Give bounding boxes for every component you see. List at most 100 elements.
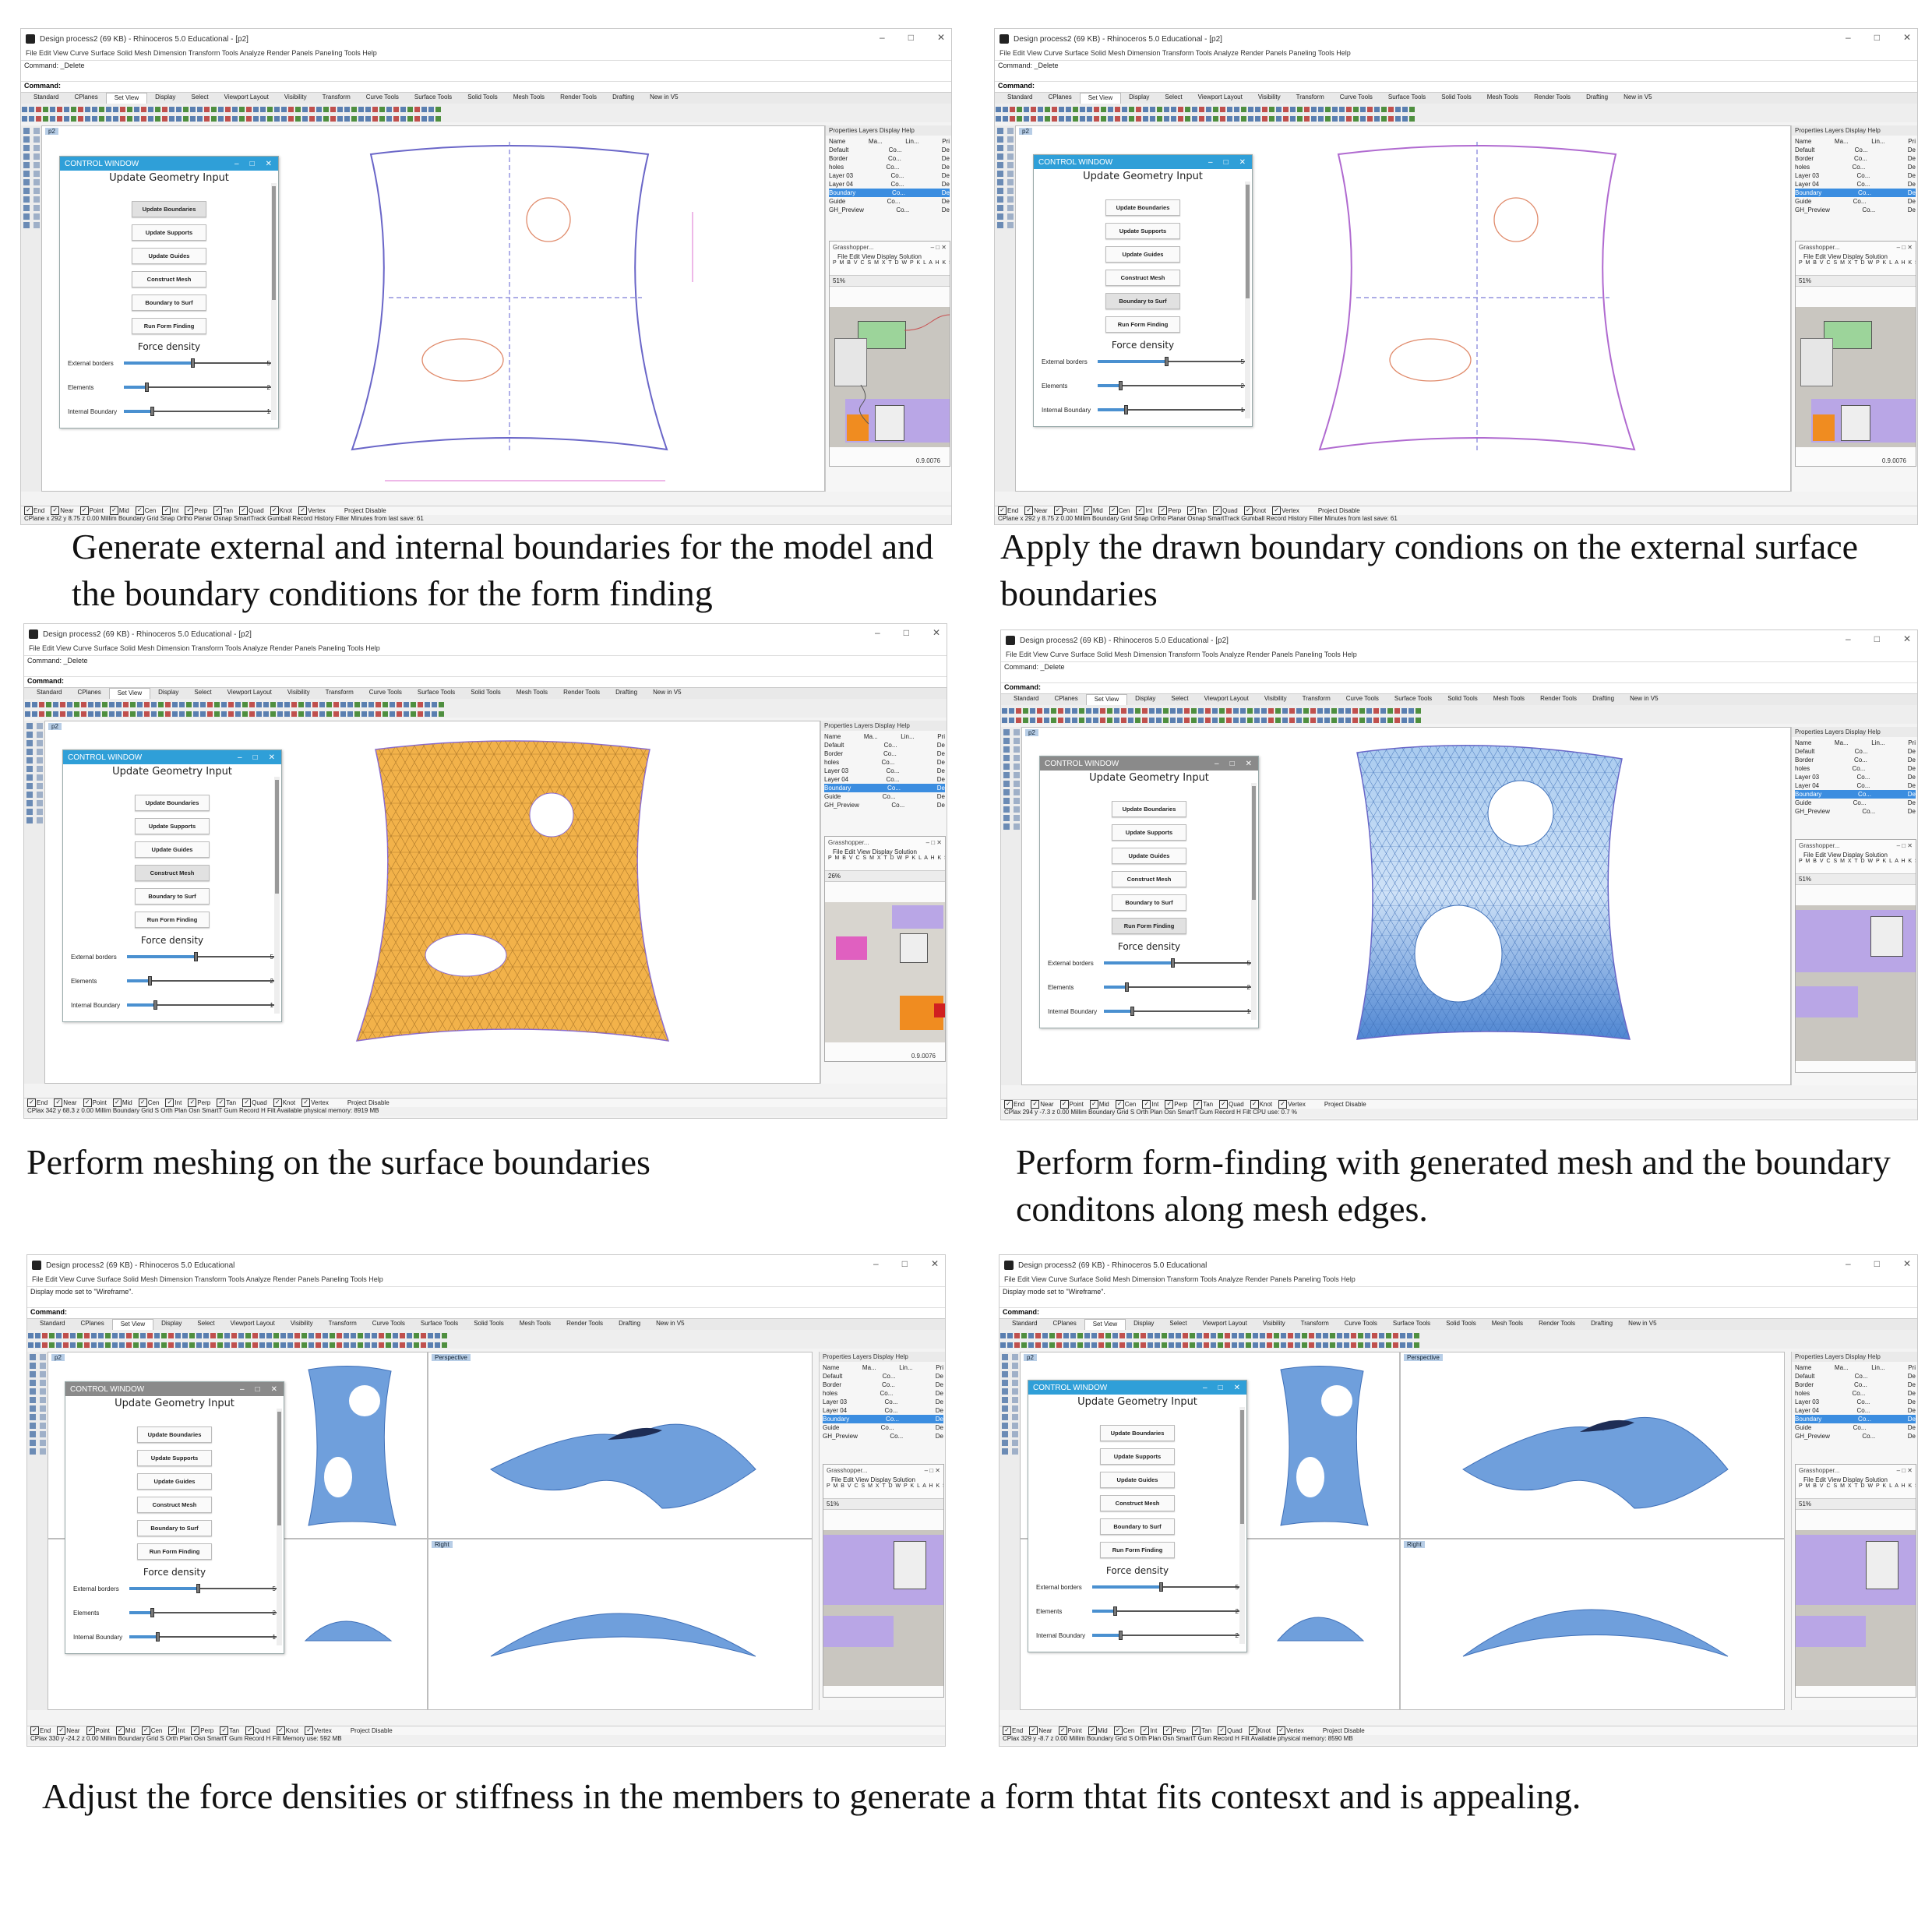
toolbar-button-icon[interactable] [214,711,220,717]
toolbar-button-icon[interactable] [1190,1333,1195,1338]
toolbar-button-icon[interactable] [383,711,388,717]
gh-window-icons[interactable]: – □ ✕ [926,839,942,846]
tool-icon[interactable] [30,1371,36,1377]
toolbar-button-icon[interactable] [1332,116,1338,122]
toolbar-button-icon[interactable] [211,116,217,122]
toolbar-button-icon[interactable] [1393,1333,1398,1338]
toolbar-tab[interactable]: Set View [111,1319,154,1330]
toolbar-button-icon[interactable] [1304,107,1310,112]
layer-column-header[interactable]: Name [1795,1363,1811,1372]
layer-column-header[interactable]: Name [824,732,841,741]
osnap-checkbox[interactable]: ✓ [276,1726,285,1735]
osnap-checkbox[interactable]: ✓ [51,506,60,515]
toolbar-button-icon[interactable] [411,711,416,717]
control-button[interactable]: Update Guides [132,248,206,264]
toolbar-button-icon[interactable] [84,1333,90,1338]
toolbar-button-icon[interactable] [1087,107,1092,112]
toolbar-button-icon[interactable] [1007,1333,1013,1338]
control-button[interactable]: Update Supports [132,224,206,241]
tool-icon[interactable] [1003,763,1010,770]
toolbar-tab[interactable]: Render Tools [552,93,605,104]
toolbar-button-icon[interactable] [1332,107,1338,112]
toolbar-button-icon[interactable] [155,107,160,112]
toolbar-button-icon[interactable] [231,1333,237,1338]
slider-handle[interactable] [150,407,155,416]
toolbar-button-icon[interactable] [1372,1333,1377,1338]
toolbar-button-icon[interactable] [74,711,79,717]
toolbar-button-icon[interactable] [1094,107,1099,112]
toolbar-button-icon[interactable] [63,1333,69,1338]
toolbar-button-icon[interactable] [1309,1333,1314,1338]
toolbar-button-icon[interactable] [393,1333,398,1338]
toolbar-button-icon[interactable] [1059,107,1064,112]
control-window[interactable]: CONTROL WINDOW – □ ✕ Update Geometry Input U… [1039,756,1259,1028]
command-prompt[interactable]: Command: [21,82,951,93]
toolbar-button-icon[interactable] [1316,1333,1321,1338]
toolbar-button-icon[interactable] [337,1342,342,1348]
slider-track[interactable] [1104,958,1252,968]
toolbar-button-icon[interactable] [418,702,423,707]
control-button[interactable]: Construct Mesh [137,1497,212,1513]
toolbar-button-icon[interactable] [316,1342,321,1348]
tool-icon[interactable] [30,1448,36,1455]
toolbar-button-icon[interactable] [235,702,241,707]
toolbar-button-icon[interactable] [256,711,262,717]
tool-icon[interactable] [26,792,33,798]
toolbar-button-icon[interactable] [326,702,332,707]
toolbar-tab[interactable]: Set View [1084,1319,1126,1330]
toolbar-button-icon[interactable] [29,107,34,112]
toolbar-button-icon[interactable] [1197,1342,1202,1348]
toolbar-button-icon[interactable] [277,711,283,717]
toolbar-button-icon[interactable] [1330,1333,1335,1338]
toolbar-button-icon[interactable] [1164,107,1169,112]
toolbar-button-icon[interactable] [379,1333,384,1338]
toolbar-button-icon[interactable] [203,1342,209,1348]
toolbar-button-icon[interactable] [421,1333,426,1338]
toolbar-tab[interactable]: Curve Tools [1332,93,1380,104]
scrollbar-thumb[interactable] [277,1412,281,1525]
toolbar-tab[interactable]: Visibility [1250,93,1289,104]
close-icon[interactable]: ✕ [1234,1384,1240,1392]
toolbar-tab[interactable]: Drafting [608,688,645,699]
tool-icon[interactable] [1007,179,1014,185]
toolbar-button-icon[interactable] [365,1342,370,1348]
toolbar-button-icon[interactable] [1184,708,1190,714]
toolbar-button-icon[interactable] [1365,1342,1370,1348]
toolbar-button-icon[interactable] [1191,718,1197,723]
gh-component-tabs[interactable]: P M B V C S M X T D W P K L A H K S T [1796,1483,1916,1489]
control-window-scrollbar[interactable] [277,1409,282,1645]
tool-icon[interactable] [1003,772,1010,778]
maximize-icon[interactable]: □ [253,753,258,762]
toolbar-button-icon[interactable] [134,107,139,112]
toolbar-tab[interactable]: Mesh Tools [1479,93,1526,104]
toolbar-button-icon[interactable] [189,1342,195,1348]
control-window-scrollbar[interactable] [274,777,280,1014]
toolbar-button-icon[interactable] [1149,708,1155,714]
toolbar-button-icon[interactable] [312,711,318,717]
toolbar-tab[interactable]: Select [1163,694,1196,705]
toolbar-tab[interactable]: Curve Tools [365,1319,413,1330]
toolbar-button-icon[interactable] [1241,116,1246,122]
control-button[interactable]: Update Guides [1100,1472,1175,1488]
command-prompt[interactable]: Command: [1001,683,1917,694]
tool-icon[interactable] [40,1405,46,1412]
toolbar-button-icon[interactable] [1241,107,1246,112]
toolbar-button-icon[interactable] [1253,1333,1258,1338]
layer-row[interactable]: Boundary Co... De [1795,790,1916,799]
toolbar-button-icon[interactable] [1324,708,1330,714]
toolbar-button-icon[interactable] [1141,1342,1146,1348]
layer-column-header[interactable]: Lin... [1871,739,1884,747]
osnap-checkbox[interactable]: ✓ [1250,1100,1259,1109]
command-prompt[interactable]: Command: [27,1308,945,1319]
toolbar-button-icon[interactable] [347,702,353,707]
toolbar-button-icon[interactable] [1162,1342,1167,1348]
toolbar-button-icon[interactable] [1119,1342,1125,1348]
osnap-checkbox[interactable]: ✓ [57,1726,66,1735]
toolbar-button-icon[interactable] [1240,718,1246,723]
tool-icon[interactable] [997,196,1003,203]
toolbar-button-icon[interactable] [49,1342,55,1348]
toolbar-button-icon[interactable] [1150,116,1155,122]
osnap-checkbox[interactable]: ✓ [1003,1726,1011,1735]
toolbar-button-icon[interactable] [340,711,346,717]
toolbar-tab[interactable]: Select [189,1319,222,1330]
